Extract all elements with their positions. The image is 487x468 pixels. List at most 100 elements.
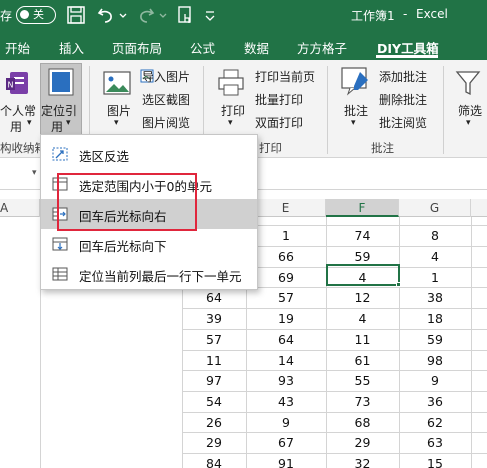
print-current-button[interactable]: 打印当前页 [255, 68, 315, 85]
locate-last-row-icon [52, 267, 68, 281]
touch-mode-icon[interactable] [176, 5, 196, 25]
print-icon[interactable] [216, 68, 246, 98]
cell-g[interactable]: 36 [399, 392, 471, 412]
print-label[interactable]: 打印 [221, 102, 245, 119]
cell-g[interactable]: 38 [399, 288, 471, 308]
cell-e[interactable]: 67 [246, 433, 326, 453]
menu-item-locate-last-row[interactable]: 定位当前列最后一行下一单元 [41, 259, 257, 289]
import-image-button[interactable]: 导入图片 [142, 68, 190, 85]
cell-d[interactable]: 29 [182, 433, 246, 453]
cell-e[interactable]: 19 [246, 309, 326, 329]
cell-d[interactable]: 64 [182, 288, 246, 308]
column-header-h[interactable] [471, 199, 487, 217]
tab-insert[interactable]: 插入 [59, 38, 84, 57]
personal-favorites-icon[interactable]: N [4, 68, 34, 100]
cell-e[interactable]: 93 [246, 371, 326, 391]
fill-handle[interactable] [396, 282, 401, 287]
cell-f[interactable]: 4 [326, 309, 399, 329]
comment-icon[interactable] [340, 66, 372, 98]
cell-g[interactable]: 63 [399, 433, 471, 453]
column-header-a[interactable]: A [0, 199, 40, 217]
batch-print-button[interactable]: 批量打印 [255, 91, 303, 108]
chevron-down-icon[interactable]: ▾ [114, 118, 119, 128]
cell-g[interactable]: 62 [399, 413, 471, 433]
chevron-down-icon[interactable]: ▾ [351, 118, 356, 128]
image-label[interactable]: 图片 [107, 102, 131, 119]
redo-dropdown-icon[interactable] [158, 5, 168, 25]
cell-e[interactable]: 91 [246, 454, 326, 468]
cell-e[interactable]: 66 [246, 247, 326, 267]
cell-g[interactable]: 8 [399, 226, 471, 246]
cell-f[interactable]: 32 [326, 454, 399, 468]
cell-f[interactable]: 68 [326, 413, 399, 433]
delete-comment-button[interactable]: 删除批注 [379, 91, 427, 108]
cell-e[interactable]: 1 [246, 226, 326, 246]
image-icon[interactable] [102, 68, 134, 98]
workbook-title: 工作簿1 [351, 9, 395, 23]
cell-g[interactable]: 18 [399, 309, 471, 329]
chevron-down-icon[interactable]: ▾ [27, 118, 32, 128]
customize-toolbar-icon[interactable] [203, 5, 217, 25]
cell-f[interactable]: 29 [326, 433, 399, 453]
cell-g[interactable]: 1 [399, 268, 471, 288]
chevron-down-icon: ▾ [66, 118, 71, 128]
redo-icon[interactable] [136, 5, 156, 25]
cell-f[interactable]: 11 [326, 330, 399, 350]
cell-f[interactable]: 73 [326, 392, 399, 412]
autosave-toggle[interactable]: 关 [16, 6, 56, 24]
tab-data[interactable]: 数据 [244, 38, 269, 57]
cell-f[interactable]: 55 [326, 371, 399, 391]
personal-favorites-sub[interactable]: 用 [10, 118, 22, 135]
chevron-down-icon[interactable]: ▾ [466, 118, 471, 128]
cell-e[interactable]: 9 [246, 413, 326, 433]
column-header-g[interactable]: G [399, 199, 471, 217]
personal-favorites-label[interactable]: 个人常 [0, 102, 36, 119]
name-box-dropdown-icon[interactable]: ▾ [32, 168, 37, 178]
cell-g[interactable]: 15 [399, 454, 471, 468]
column-header-e[interactable]: E [246, 199, 326, 217]
tab-page-layout[interactable]: 页面布局 [112, 38, 162, 57]
undo-icon[interactable] [96, 5, 116, 25]
save-icon[interactable] [66, 5, 86, 25]
active-cell-f3[interactable] [326, 264, 400, 286]
comment-label[interactable]: 批注 [344, 102, 368, 119]
duplex-print-button[interactable]: 双面打印 [255, 114, 303, 131]
cell-d[interactable]: 26 [182, 413, 246, 433]
tab-formulas[interactable]: 公式 [190, 38, 215, 57]
undo-dropdown-icon[interactable] [118, 5, 128, 25]
cell-g[interactable]: 4 [399, 247, 471, 267]
add-comment-button[interactable]: 添加批注 [379, 68, 427, 85]
cell-d[interactable]: 11 [182, 351, 246, 371]
cell-d[interactable]: 97 [182, 371, 246, 391]
filter-icon[interactable] [454, 68, 482, 98]
cell-d[interactable]: 39 [182, 309, 246, 329]
cell-d[interactable]: 84 [182, 454, 246, 468]
cell-f[interactable]: 12 [326, 288, 399, 308]
ribbon-separator [443, 66, 444, 154]
cell-e[interactable]: 64 [246, 330, 326, 350]
cell-d[interactable]: 57 [182, 330, 246, 350]
cell-e[interactable]: 14 [246, 351, 326, 371]
cell-e[interactable]: 69 [246, 268, 326, 288]
menu-item-label: 回车后光标向下 [79, 239, 167, 254]
menu-item-cursor-down[interactable]: 回车后光标向下 [41, 229, 257, 259]
cell-g[interactable]: 59 [399, 330, 471, 350]
tab-fangfang[interactable]: 方方格子 [297, 38, 347, 57]
cell-e[interactable]: 57 [246, 288, 326, 308]
comment-browse-button[interactable]: 批注阅览 [379, 114, 427, 131]
cell-d[interactable]: 54 [182, 392, 246, 412]
cursor-down-icon [52, 237, 68, 251]
column-header-f[interactable]: F [326, 199, 399, 217]
menu-item-invert-selection[interactable]: 选区反选 [41, 139, 257, 169]
cell-g[interactable]: 9 [399, 371, 471, 391]
cell-e[interactable]: 43 [246, 392, 326, 412]
chevron-down-icon[interactable]: ▾ [228, 118, 233, 128]
cell-g[interactable]: 98 [399, 351, 471, 371]
tab-home[interactable]: 开始 [5, 38, 30, 57]
region-capture-button[interactable]: 选区截图 [142, 91, 190, 108]
filter-label[interactable]: 筛选 [458, 102, 482, 119]
image-browse-button[interactable]: 图片阅览 [142, 114, 190, 131]
cell-f[interactable]: 74 [326, 226, 399, 246]
cell-f[interactable]: 61 [326, 351, 399, 371]
menu-item-label: 定位当前列最后一行下一单元 [79, 269, 242, 284]
